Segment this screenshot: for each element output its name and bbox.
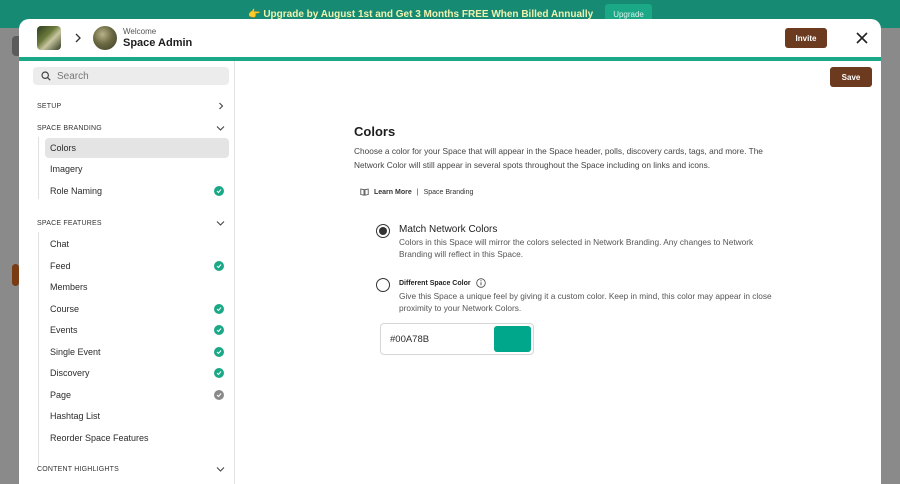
check-badge-icon <box>214 325 224 335</box>
sidebar-item-hashtag-list[interactable]: Hashtag List <box>45 406 229 426</box>
sidebar-item-members[interactable]: Members <box>45 277 229 297</box>
match-network-radio[interactable] <box>376 224 390 238</box>
avatar <box>93 26 117 50</box>
space-thumbnail <box>37 26 61 50</box>
welcome-text: Welcome <box>123 27 157 36</box>
section-content-highlights[interactable]: CONTENT HIGHLIGHTS <box>37 462 225 476</box>
page-description: Choose a color for your Space that will … <box>354 146 763 170</box>
sidebar-item-colors[interactable]: Colors <box>45 138 229 158</box>
modal-header: Welcome Space Admin Invite <box>19 19 881 57</box>
sidebar-item-label: Imagery <box>50 164 83 174</box>
sidebar-item-label: Page <box>50 390 72 400</box>
radio-selected-dot <box>379 227 387 235</box>
sidebar-item-label: Colors <box>50 143 77 153</box>
book-icon <box>360 188 369 196</box>
sidebar-item-label: Single Event <box>50 347 101 357</box>
section-space-branding[interactable]: SPACE BRANDING <box>37 121 225 135</box>
sidebar-item-page[interactable]: Page <box>45 385 229 405</box>
sidebar: Search SETUP SPACE BRANDING Colors Image… <box>19 61 235 484</box>
section-setup-label: SETUP <box>37 102 62 110</box>
different-color-desc: Give this Space a unique feel by giving … <box>399 291 772 313</box>
group-line <box>38 137 39 199</box>
sidebar-item-discovery[interactable]: Discovery <box>45 363 229 383</box>
search-input[interactable]: Search <box>33 67 229 85</box>
search-placeholder: Search <box>57 70 89 82</box>
upgrade-banner-text: 👉 Upgrade by August 1st and Get 3 Months… <box>248 8 594 20</box>
save-button[interactable]: Save <box>830 67 872 87</box>
color-swatch[interactable] <box>494 326 531 352</box>
section-space-features[interactable]: SPACE FEATURES <box>37 216 225 230</box>
sidebar-item-label: Members <box>50 282 88 292</box>
check-badge-icon <box>214 347 224 357</box>
chevron-down-icon <box>216 467 225 472</box>
space-name: Space Admin <box>123 37 193 49</box>
sidebar-item-reorder-space-features[interactable]: Reorder Space Features <box>45 428 229 448</box>
chevron-right-icon <box>219 102 224 110</box>
match-network-title: Match Network Colors <box>399 224 498 235</box>
bg-nav-marker <box>12 264 19 286</box>
sidebar-item-label: Events <box>50 325 78 335</box>
info-icon[interactable] <box>475 278 486 288</box>
section-features-label: SPACE FEATURES <box>37 219 102 227</box>
sidebar-item-course[interactable]: Course <box>45 299 229 319</box>
sidebar-item-events[interactable]: Events <box>45 320 229 340</box>
different-color-title: Different Space Color <box>399 279 471 287</box>
chevron-down-icon <box>216 126 225 131</box>
close-icon[interactable] <box>855 31 869 45</box>
check-badge-icon <box>214 390 224 400</box>
title-block: Welcome Space Admin <box>123 27 192 49</box>
sidebar-item-label: Chat <box>50 239 70 249</box>
learn-more-separator: | <box>416 188 419 196</box>
match-network-desc: Colors in this Space will mirror the col… <box>399 237 754 259</box>
hex-value: #00A78B <box>390 333 430 345</box>
check-badge-icon <box>214 186 224 196</box>
group-line <box>38 232 39 467</box>
sidebar-item-label: Role Naming <box>50 186 103 196</box>
sidebar-item-label: Feed <box>50 261 71 271</box>
learn-more-label: Learn More <box>374 188 412 196</box>
sidebar-item-chat[interactable]: Chat <box>45 234 229 254</box>
space-admin-modal: Welcome Space Admin Invite Search SETUP … <box>19 19 881 484</box>
sidebar-item-single-event[interactable]: Single Event <box>45 342 229 362</box>
chevron-right-icon <box>75 33 81 43</box>
different-color-radio[interactable] <box>376 278 390 292</box>
sidebar-item-role-naming[interactable]: Role Naming <box>45 181 229 201</box>
sidebar-item-label: Reorder Space Features <box>50 433 149 443</box>
sidebar-item-label: Hashtag List <box>50 411 101 421</box>
sidebar-item-feed[interactable]: Feed <box>45 256 229 276</box>
section-branding-label: SPACE BRANDING <box>37 124 102 132</box>
color-hex-input[interactable]: #00A78B <box>380 323 534 355</box>
learn-more-target: Space Branding <box>423 188 474 196</box>
learn-more-link[interactable]: Learn More | Space Branding <box>360 188 473 196</box>
different-color-title-row: Different Space Color <box>399 278 486 288</box>
section-setup[interactable]: SETUP <box>37 99 225 113</box>
check-badge-icon <box>214 304 224 314</box>
chevron-down-icon <box>216 221 225 226</box>
sidebar-item-label: Course <box>50 304 80 314</box>
main-panel: Save Colors Choose a color for your Spac… <box>235 61 881 484</box>
invite-button[interactable]: Invite <box>785 28 827 48</box>
sidebar-item-label: Discovery <box>50 368 90 378</box>
check-badge-icon <box>214 261 224 271</box>
sidebar-item-imagery[interactable]: Imagery <box>45 159 229 179</box>
search-icon <box>41 71 51 81</box>
section-content-label: CONTENT HIGHLIGHTS <box>37 465 120 473</box>
check-badge-icon <box>214 368 224 378</box>
page-title: Colors <box>354 124 396 139</box>
